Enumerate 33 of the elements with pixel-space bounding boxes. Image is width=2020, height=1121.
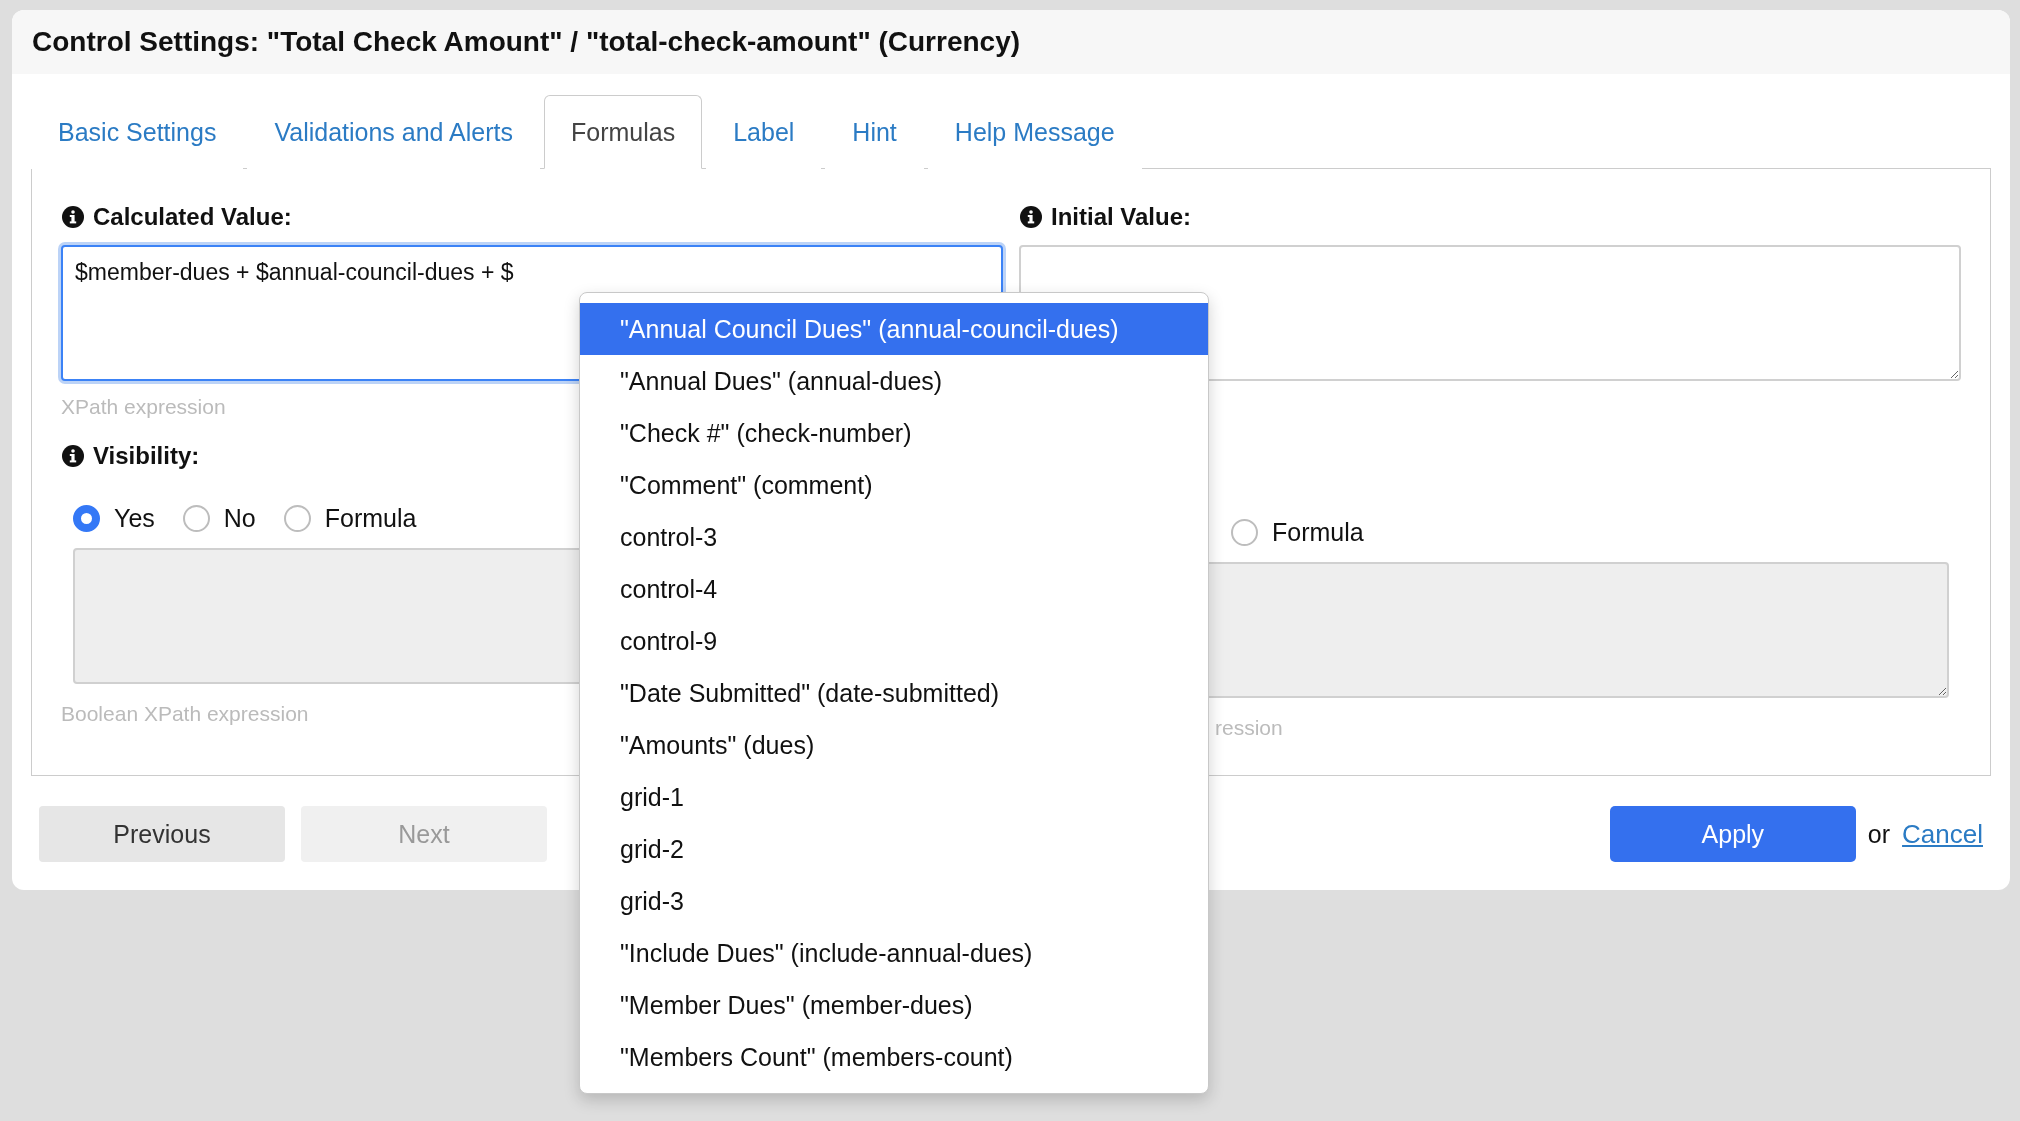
menu-item[interactable]: "Date Submitted" (date-submitted) bbox=[580, 667, 1208, 719]
radio-option[interactable]: Yes bbox=[73, 503, 155, 533]
menu-item[interactable]: control-4 bbox=[580, 563, 1208, 615]
or-text: or bbox=[1867, 819, 1891, 849]
menu-item[interactable]: "Amounts" (dues) bbox=[580, 719, 1208, 771]
field-label: Calculated Value: bbox=[93, 203, 292, 231]
field-label: Visibility: bbox=[93, 442, 200, 470]
menu-item[interactable]: "Check #" (check-number) bbox=[580, 407, 1208, 459]
field-hint: ression bbox=[1215, 716, 1284, 741]
menu-item[interactable]: "Members Count" (members-count) bbox=[580, 1031, 1208, 1083]
menu-item[interactable]: grid-2 bbox=[580, 823, 1208, 875]
menu-item[interactable]: "Annual Council Dues" (annual-council-dues) bbox=[580, 303, 1208, 355]
tab[interactable]: Formulas bbox=[544, 95, 703, 169]
field-label: Initial Value: bbox=[1051, 203, 1192, 231]
radio-option[interactable]: Formula bbox=[1231, 517, 1364, 547]
menu-item[interactable]: control-9 bbox=[580, 615, 1208, 667]
apply-button[interactable]: Apply bbox=[1609, 806, 1856, 862]
info-icon bbox=[61, 444, 85, 468]
field-hint: Boolean XPath expression bbox=[61, 702, 310, 727]
menu-item[interactable]: "Member Dues" (member-dues) bbox=[580, 979, 1208, 1031]
info-icon bbox=[61, 205, 85, 229]
menu-item[interactable]: grid-3 bbox=[580, 875, 1208, 927]
radio-option[interactable]: Formula bbox=[283, 503, 417, 533]
menu-item[interactable]: "Comment" (comment) bbox=[580, 459, 1208, 511]
menu-item[interactable]: control-3 bbox=[580, 511, 1208, 563]
menu-item[interactable]: grid-1 bbox=[580, 771, 1208, 823]
info-icon bbox=[1019, 205, 1043, 229]
field-hint: XPath expression bbox=[61, 395, 227, 420]
previous-button[interactable]: Previous bbox=[39, 806, 285, 862]
radio-option[interactable]: No bbox=[182, 503, 256, 533]
cancel-link[interactable]: Cancel bbox=[1902, 818, 1983, 850]
dialog-title: Control Settings: "Total Check Amount" / "total-check-amount" (Currency) bbox=[32, 26, 1021, 58]
menu-item[interactable]: "Include Dues" (include-annual-dues) bbox=[580, 927, 1208, 979]
